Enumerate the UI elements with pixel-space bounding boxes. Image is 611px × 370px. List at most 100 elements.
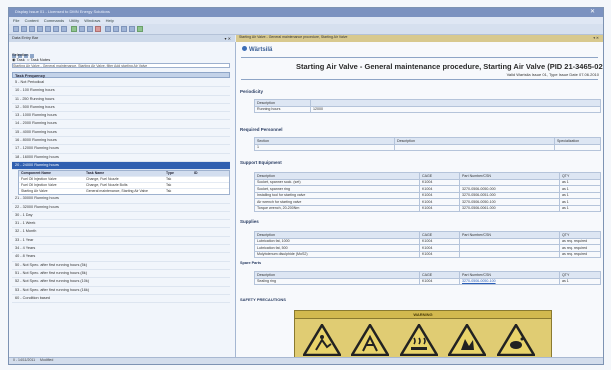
document-viewer: Starting Air Valve - General maintenance… — [236, 35, 603, 360]
refresh-icon[interactable] — [87, 26, 93, 32]
radio-task-label: Task — [16, 57, 25, 62]
edit-icon[interactable] — [79, 26, 85, 32]
flying-debris-warning-icon — [495, 322, 537, 357]
cell: Tsk — [166, 189, 172, 194]
report-icon[interactable] — [113, 26, 119, 32]
part-number-link[interactable]: 3270-0506-0050-100 — [459, 277, 560, 285]
col-id[interactable]: ID — [194, 171, 219, 176]
document-tab[interactable]: Starting Air Valve - General maintenance… — [236, 35, 603, 42]
tree-node[interactable]: 50 - Not Spec. after first running hours… — [12, 262, 230, 270]
tree-node[interactable]: 5 - Not Periodical — [12, 79, 230, 88]
cell: Tsk — [166, 177, 172, 182]
status-date: 0 - 14/11/2011 — [13, 358, 36, 362]
tree-node[interactable]: 30 - 1 Day — [12, 212, 230, 221]
tree-node[interactable]: 12 - 500 Running hours — [12, 104, 230, 113]
cell: Sealing ring — [254, 277, 420, 285]
section-periodicity: Periodicity — [240, 89, 264, 94]
cell: Fuel Oil Injection Valve — [21, 183, 57, 188]
radio-group: ◉ Task ○ Task Notes — [12, 57, 50, 62]
left-panel-header: Data Entry Bar ▾ ✕ — [9, 35, 235, 42]
section-equipment: Support Equipment — [240, 160, 282, 165]
tree-node[interactable]: 10 - 100 Running hours — [12, 87, 230, 96]
tree-node-selected[interactable]: 20 - 24000 Running hours — [12, 161, 230, 171]
tree-node[interactable]: 21 - 30000 Running hours — [12, 195, 230, 204]
table-row[interactable]: Fuel Oil Injection Valve Change, Fuel No… — [19, 182, 229, 188]
crush-hazard-warning-icon — [350, 322, 391, 357]
delete-icon[interactable] — [95, 26, 101, 32]
warning-box: WARNING — [294, 310, 552, 360]
equipment-table: Description CAGE Part Number/CSN QTY Socket… — [254, 172, 601, 212]
cell — [194, 189, 219, 194]
close-tab-icon[interactable]: ▾ ✕ — [593, 36, 599, 40]
new-icon[interactable] — [13, 26, 19, 32]
tree-node[interactable]: 32 - 1 Month — [12, 228, 230, 237]
tree-node[interactable]: 14 - 2000 Running hours — [12, 120, 230, 129]
radio-task[interactable]: ◉ Task — [12, 57, 25, 62]
table-row[interactable]: Fuel Oil Injection Valve Change, Fuel No… — [19, 176, 229, 182]
col-type[interactable]: Type — [166, 171, 194, 176]
cell: as req. required — [559, 250, 601, 258]
close-icon[interactable]: ✕ — [590, 8, 595, 15]
supplies-table: Description CAGE Part Number/CSN QTY Lubric… — [254, 231, 601, 258]
menu-help[interactable]: Help — [106, 18, 114, 23]
radio-task-notes-label: Task Notes — [30, 57, 51, 62]
tree-node[interactable]: 40 - 8 Years — [12, 253, 230, 262]
cell: Molybdenum disulphide (MoS2) — [254, 250, 420, 258]
hand-injury-warning-icon — [447, 322, 488, 357]
table-row[interactable]: Starting Air Valve General maintenance, … — [19, 188, 229, 194]
wartsila-logo: Wärtsilä — [242, 46, 272, 53]
ok-icon[interactable] — [137, 26, 143, 32]
cell: 1 — [254, 143, 395, 151]
cell: K1004 — [419, 277, 460, 285]
add-icon[interactable] — [71, 26, 77, 32]
tree-node[interactable]: 60 - Condition based — [12, 295, 230, 304]
tree-node[interactable]: 33 - 1 Year — [12, 237, 230, 246]
tree-node[interactable]: 51 - Not Spec. after first running hours… — [12, 270, 230, 279]
hot-surface-warning-icon — [398, 322, 440, 357]
tree-node[interactable]: 34 - 4 Years — [12, 245, 230, 254]
pin-icon[interactable]: ▾ ✕ — [225, 36, 231, 41]
tree-node[interactable]: 11 - 250 Running hours — [12, 96, 230, 104]
cell: K1004 — [419, 204, 460, 212]
cell: Running hours — [254, 105, 311, 113]
print-icon[interactable] — [37, 26, 43, 32]
tree-node[interactable]: 18 - 16000 Running hours — [12, 154, 230, 162]
spare-parts-table: Description CAGE Part Number/CSN QTY Sealin… — [254, 271, 601, 285]
filter-input[interactable]: Starting Air Valve - General maintenance… — [12, 63, 230, 68]
divider — [241, 57, 598, 58]
tree-node[interactable]: 15 - 4000 Running hours — [12, 129, 230, 138]
document-title: Starting Air Valve - General maintenance… — [296, 62, 603, 71]
search-icon[interactable] — [45, 26, 51, 32]
cell — [194, 177, 219, 182]
logo-text: Wärtsilä — [249, 47, 273, 53]
cell: Change, Fuel Nozzle — [86, 177, 119, 182]
menu-commands[interactable]: Commands — [44, 18, 64, 23]
help-icon[interactable] — [129, 26, 135, 32]
tree-node[interactable]: 53 - Not Spec. after first running hours… — [12, 287, 230, 295]
menu-windows[interactable]: Windows — [84, 18, 100, 23]
save-icon[interactable] — [29, 26, 35, 32]
menu-utility[interactable]: Utility — [69, 18, 79, 23]
forward-icon[interactable] — [61, 26, 67, 32]
settings-icon[interactable] — [121, 26, 127, 32]
menu-content[interactable]: Content — [25, 18, 39, 23]
title-bar: Display Issue 01 - Licensed to DMN Energ… — [9, 8, 603, 17]
cell — [194, 183, 219, 188]
col-component[interactable]: Component Name — [19, 171, 86, 176]
periodicity-table: Description Running hours 12000 — [254, 99, 601, 113]
col-task[interactable]: Task Name — [86, 171, 166, 176]
tree-node[interactable]: 31 - 1 Week — [12, 220, 230, 229]
subtable-header: Component Name Task Name Type ID — [19, 171, 229, 177]
radio-task-notes[interactable]: ○ Task Notes — [27, 57, 50, 62]
back-icon[interactable] — [53, 26, 59, 32]
tree-node[interactable]: 17 - 12000 Running hours — [12, 145, 230, 154]
menu-file[interactable]: File — [13, 18, 19, 23]
tree-node[interactable]: 16 - 8000 Running hours — [12, 137, 230, 146]
open-icon[interactable] — [21, 26, 27, 32]
toolbar — [9, 24, 603, 35]
tree-node[interactable]: 22 - 32000 Running hours — [12, 204, 230, 212]
document-subtitle: Valid Wartsila Issue 01, Type Issue Date… — [506, 72, 599, 77]
filter-icon[interactable] — [105, 26, 111, 32]
tree-node[interactable]: 13 - 1000 Running hours — [12, 112, 230, 121]
tree-node[interactable]: 52 - Not Spec. after first running hours… — [12, 278, 230, 287]
